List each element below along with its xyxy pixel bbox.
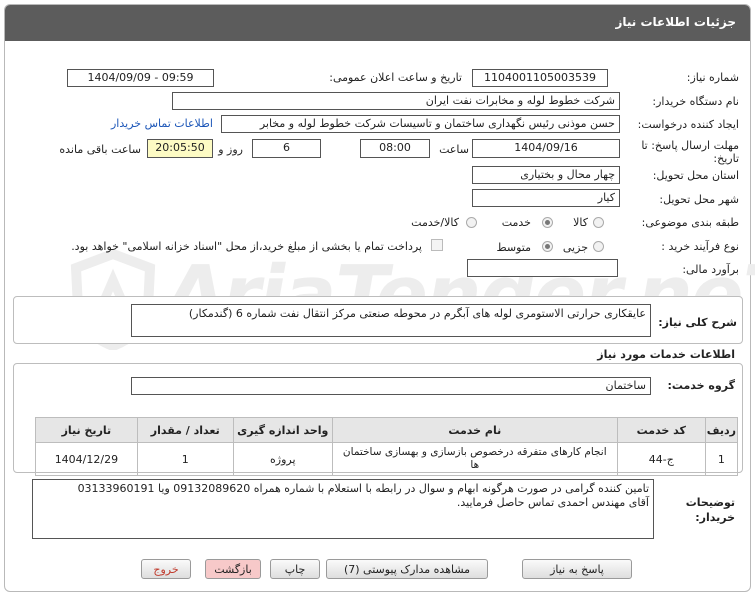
estimate-field[interactable]: [467, 259, 618, 277]
need-number-field[interactable]: 1104001105003539: [472, 69, 608, 87]
row-number: 1: [704, 442, 739, 476]
creator-label: ایجاد کننده درخواست:: [637, 118, 739, 131]
category-service-label: خدمت: [501, 216, 531, 229]
service-code: ج-44: [616, 442, 706, 476]
col-date: تاریخ نیاز: [35, 417, 138, 443]
reply-button[interactable]: پاسخ به نیاز: [522, 559, 632, 579]
process-medium-label: متوسط: [496, 241, 531, 254]
print-button[interactable]: چاپ: [270, 559, 320, 579]
remaining-days-field[interactable]: 6: [252, 139, 321, 158]
category-goods-service-label: کالا/خدمت: [411, 216, 459, 229]
buyer-notes-line-2: آقای مهندس احمدی تماس حاصل فرمایید.: [456, 496, 649, 509]
services-section-title: اطلاعات خدمات مورد نیاز: [597, 348, 735, 361]
buyer-label: نام دستگاه خریدار:: [652, 95, 739, 108]
announce-date-field[interactable]: 1404/09/09 - 09:59: [67, 69, 214, 87]
deadline-time-label: ساعت: [439, 143, 469, 156]
creator-field[interactable]: حسن موذنی رئیس نگهداری ساختمان و تاسیسات…: [221, 115, 620, 133]
need-number-label: شماره نیاز:: [686, 71, 739, 84]
col-unit: واحد اندازه گیری: [232, 417, 333, 443]
service-group-label: گروه خدمت:: [667, 379, 735, 392]
city-field[interactable]: کیار: [472, 189, 620, 207]
category-goods-radio[interactable]: [593, 217, 604, 228]
col-row: ردیف: [704, 417, 739, 443]
remaining-time-field: 20:05:50: [147, 139, 213, 158]
category-goods-label: کالا: [573, 216, 588, 229]
service-quantity: 1: [136, 442, 234, 476]
treasury-note: پرداخت تمام یا بخشی از مبلغ خرید،از محل …: [71, 240, 422, 253]
announce-date-label: تاریخ و ساعت اعلان عمومی:: [329, 71, 462, 84]
col-quantity: تعداد / مقدار: [136, 417, 234, 443]
buyer-notes-label: توضیحات: [685, 496, 735, 509]
process-minor-label: جزیی: [562, 241, 588, 254]
city-label: شهر محل تحویل:: [659, 193, 739, 206]
deadline-label: مهلت ارسال پاسخ: تا: [641, 139, 739, 152]
buyer-field[interactable]: شرکت خطوط لوله و مخابرات نفت ایران: [172, 92, 620, 110]
deadline-label-date: تاریخ:: [713, 152, 739, 165]
deadline-date-field[interactable]: 1404/09/16: [472, 139, 620, 158]
description-label: شرح کلی نیاز:: [658, 316, 737, 329]
days-label: روز و: [218, 143, 243, 156]
page-title: جزئیات اطلاعات نیاز: [615, 15, 736, 29]
services-table-header: ردیف کد خدمت نام خدمت واحد اندازه گیری ت…: [35, 417, 739, 443]
province-field[interactable]: چهار محال و بختیاری: [472, 166, 620, 184]
category-label: طبقه بندی موضوعی:: [641, 216, 739, 229]
estimate-label: برآورد مالی:: [682, 263, 739, 276]
service-need-date: 1404/12/29: [35, 442, 138, 476]
province-label: استان محل تحویل:: [652, 169, 739, 182]
service-group-field[interactable]: ساختمان: [131, 377, 651, 395]
process-minor-radio[interactable]: [593, 241, 604, 252]
col-code: کد خدمت: [616, 417, 706, 443]
service-unit: پروژه: [232, 442, 333, 476]
remaining-time-label: ساعت باقی مانده: [59, 143, 141, 156]
description-field[interactable]: عایقکاری حرارتی الاستومری لوله های آبگرم…: [131, 304, 651, 337]
service-name: انجام کارهای متفرقه درخصوص بازسازی و بهس…: [331, 442, 618, 476]
treasury-checkbox[interactable]: [431, 239, 443, 251]
back-button[interactable]: بازگشت: [205, 559, 261, 579]
buyer-notes-line-1: تامین کننده گرامی در صورت هرگونه ابهام و…: [77, 482, 649, 495]
category-service-radio[interactable]: [542, 217, 553, 228]
process-medium-radio[interactable]: [542, 241, 553, 252]
attachments-button[interactable]: مشاهده مدارک پیوستی (7): [326, 559, 488, 579]
process-type-label: نوع فرآیند خرید :: [661, 240, 739, 253]
deadline-time-field[interactable]: 08:00: [360, 139, 430, 158]
col-name: نام خدمت: [331, 417, 618, 443]
category-goods-service-radio[interactable]: [466, 217, 477, 228]
buyer-contact-link[interactable]: اطلاعات تماس خریدار: [111, 117, 213, 130]
buyer-notes-label-2: خریدار:: [695, 511, 735, 524]
buyer-notes-field[interactable]: تامین کننده گرامی در صورت هرگونه ابهام و…: [32, 479, 654, 539]
page-header: جزئیات اطلاعات نیاز: [5, 5, 750, 41]
services-table: ردیف کد خدمت نام خدمت واحد اندازه گیری ت…: [35, 417, 739, 476]
table-row: 1 ج-44 انجام کارهای متفرقه درخصوص بازساز…: [35, 442, 739, 476]
exit-button[interactable]: خروج: [141, 559, 191, 579]
